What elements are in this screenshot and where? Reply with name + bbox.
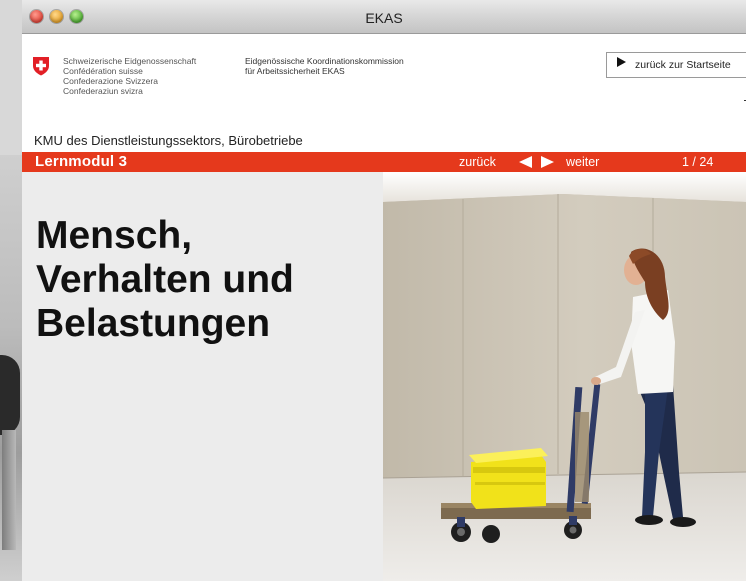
- commission-line-1: Eidgenössische Koordinationskommission: [245, 56, 404, 66]
- back-link[interactable]: zurück: [459, 155, 496, 169]
- commission-names: Eidgenössische Koordinationskommission f…: [245, 56, 404, 76]
- confederation-line-de: Schweizerische Eidgenossenschaft: [63, 56, 197, 66]
- confederation-names: Schweizerische Eidgenossenschaft Confédé…: [63, 56, 196, 96]
- headline-line-2: Verhalten und: [36, 258, 294, 301]
- triangle-left-icon[interactable]: [519, 156, 532, 168]
- page-counter: 1 / 24: [682, 155, 714, 169]
- module-headline: Mensch, Verhalten und Belastungen: [36, 214, 366, 346]
- site-header: Schweizerische Eidgenossenschaft Confédé…: [22, 34, 746, 120]
- sector-subtitle: KMU des Dienstleistungssektors, Bürobetr…: [34, 133, 303, 148]
- confederation-line-rm: Confederaziun svizra: [63, 86, 143, 96]
- confederation-line-fr: Confédération suisse: [63, 66, 143, 76]
- confederation-line-it: Confederazione Svizzera: [63, 76, 158, 86]
- headline-line-3: Belastungen: [36, 302, 271, 345]
- woman-pushing-cart-photo: [383, 172, 746, 581]
- back-to-start-label: zurück zur Startseite: [635, 59, 731, 71]
- background-chair: [0, 355, 20, 435]
- back-to-start-button[interactable]: zurück zur Startseite: [606, 52, 746, 78]
- next-link[interactable]: weiter: [566, 155, 599, 169]
- module-label: Lernmodul 3: [35, 153, 128, 170]
- headline-line-1: Mensch,: [36, 214, 193, 257]
- window-title: EKAS: [365, 10, 403, 26]
- triangle-right-icon[interactable]: [541, 156, 554, 168]
- commission-line-2: für Arbeitssicherheit EKAS: [245, 66, 345, 76]
- module-photo: [383, 172, 746, 581]
- module-navbar: Lernmodul 3 zurück weiter 1 / 24: [22, 152, 746, 172]
- app-window: EKAS Schweizerische Eidgenossenschaft Co…: [22, 0, 746, 581]
- background-chair-leg: [2, 430, 16, 550]
- swiss-coat-of-arms-icon: [33, 57, 49, 76]
- play-triangle-right-icon: [617, 57, 626, 67]
- window-titlebar[interactable]: EKAS: [22, 0, 746, 34]
